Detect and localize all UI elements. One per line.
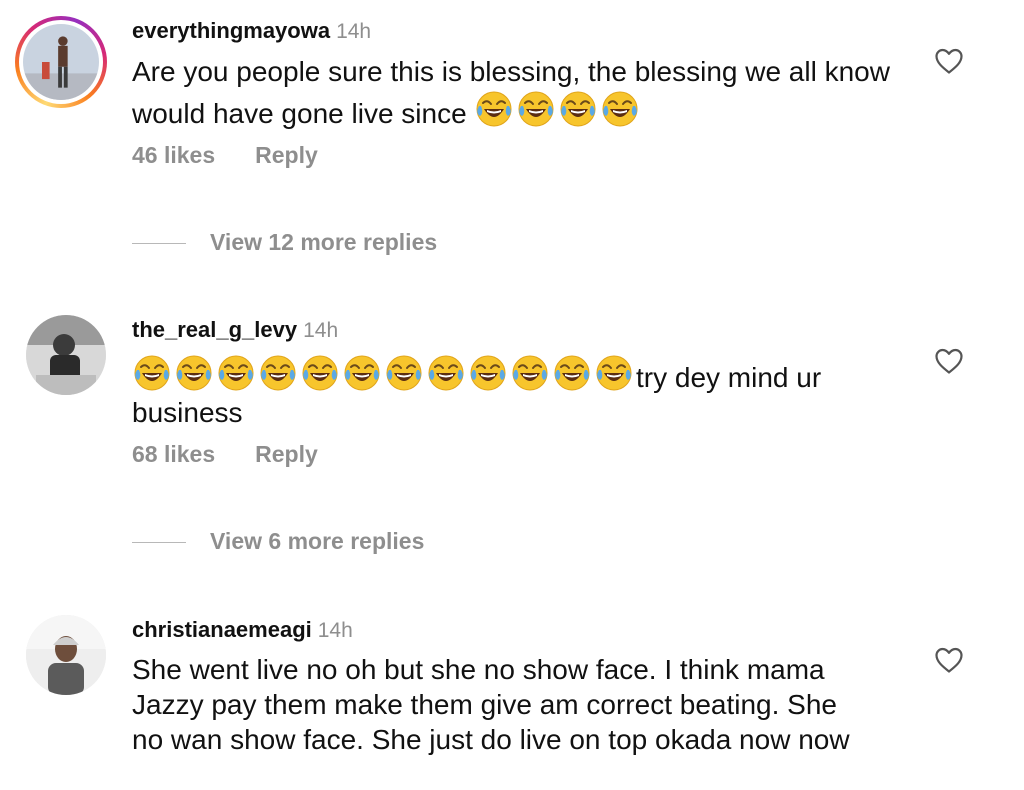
- view-replies-label: View 6 more replies: [210, 528, 425, 554]
- likes-count[interactable]: 46 likes: [132, 142, 215, 168]
- reply-button[interactable]: Reply: [255, 441, 318, 467]
- view-replies-button[interactable]: View 6 more replies: [132, 528, 424, 555]
- avatar[interactable]: [15, 16, 107, 108]
- reply-button[interactable]: Reply: [255, 142, 318, 168]
- emoji-group: [132, 353, 636, 393]
- comment-meta: 46 likes Reply: [132, 142, 318, 169]
- face-with-tears-of-joy-icon: [132, 353, 172, 393]
- username[interactable]: the_real_g_levy: [132, 317, 297, 342]
- comment-text: Are you people sure this is blessing, th…: [132, 54, 892, 131]
- comment-meta: 68 likes Reply: [132, 441, 318, 468]
- face-with-tears-of-joy-icon: [474, 89, 514, 129]
- face-with-tears-of-joy-icon: [594, 353, 634, 393]
- face-with-tears-of-joy-icon: [558, 89, 598, 129]
- timestamp: 14h: [336, 20, 372, 43]
- comment-header: the_real_g_levy 14h: [132, 316, 338, 345]
- view-replies-label: View 12 more replies: [210, 229, 438, 255]
- face-with-tears-of-joy-icon: [510, 353, 550, 393]
- face-with-tears-of-joy-icon: [552, 353, 592, 393]
- view-replies-button[interactable]: View 12 more replies: [132, 229, 437, 256]
- heart-icon[interactable]: [934, 347, 964, 375]
- face-with-tears-of-joy-icon: [426, 353, 466, 393]
- comment-header: christianaemeagi 14h: [132, 616, 353, 645]
- face-with-tears-of-joy-icon: [216, 353, 256, 393]
- timestamp: 14h: [303, 319, 339, 342]
- divider-line: [132, 243, 186, 245]
- heart-icon[interactable]: [934, 646, 964, 674]
- emoji-group: [474, 89, 642, 129]
- comment-text: try dey mind ur business: [132, 353, 892, 430]
- comment-header: everythingmayowa 14h: [132, 17, 371, 46]
- face-with-tears-of-joy-icon: [258, 353, 298, 393]
- likes-count[interactable]: 68 likes: [132, 441, 215, 467]
- divider-line: [132, 542, 186, 544]
- avatar[interactable]: [26, 615, 106, 695]
- face-with-tears-of-joy-icon: [468, 353, 508, 393]
- heart-icon[interactable]: [934, 47, 964, 75]
- face-with-tears-of-joy-icon: [516, 89, 556, 129]
- comment-text: She went live no oh but she no show face…: [132, 652, 872, 757]
- face-with-tears-of-joy-icon: [174, 353, 214, 393]
- face-with-tears-of-joy-icon: [342, 353, 382, 393]
- face-with-tears-of-joy-icon: [384, 353, 424, 393]
- username[interactable]: christianaemeagi: [132, 617, 312, 642]
- timestamp: 14h: [317, 619, 353, 642]
- comment-body: She went live no oh but she no show face…: [132, 654, 850, 755]
- avatar[interactable]: [26, 315, 106, 395]
- username[interactable]: everythingmayowa: [132, 18, 330, 43]
- face-with-tears-of-joy-icon: [600, 89, 640, 129]
- face-with-tears-of-joy-icon: [300, 353, 340, 393]
